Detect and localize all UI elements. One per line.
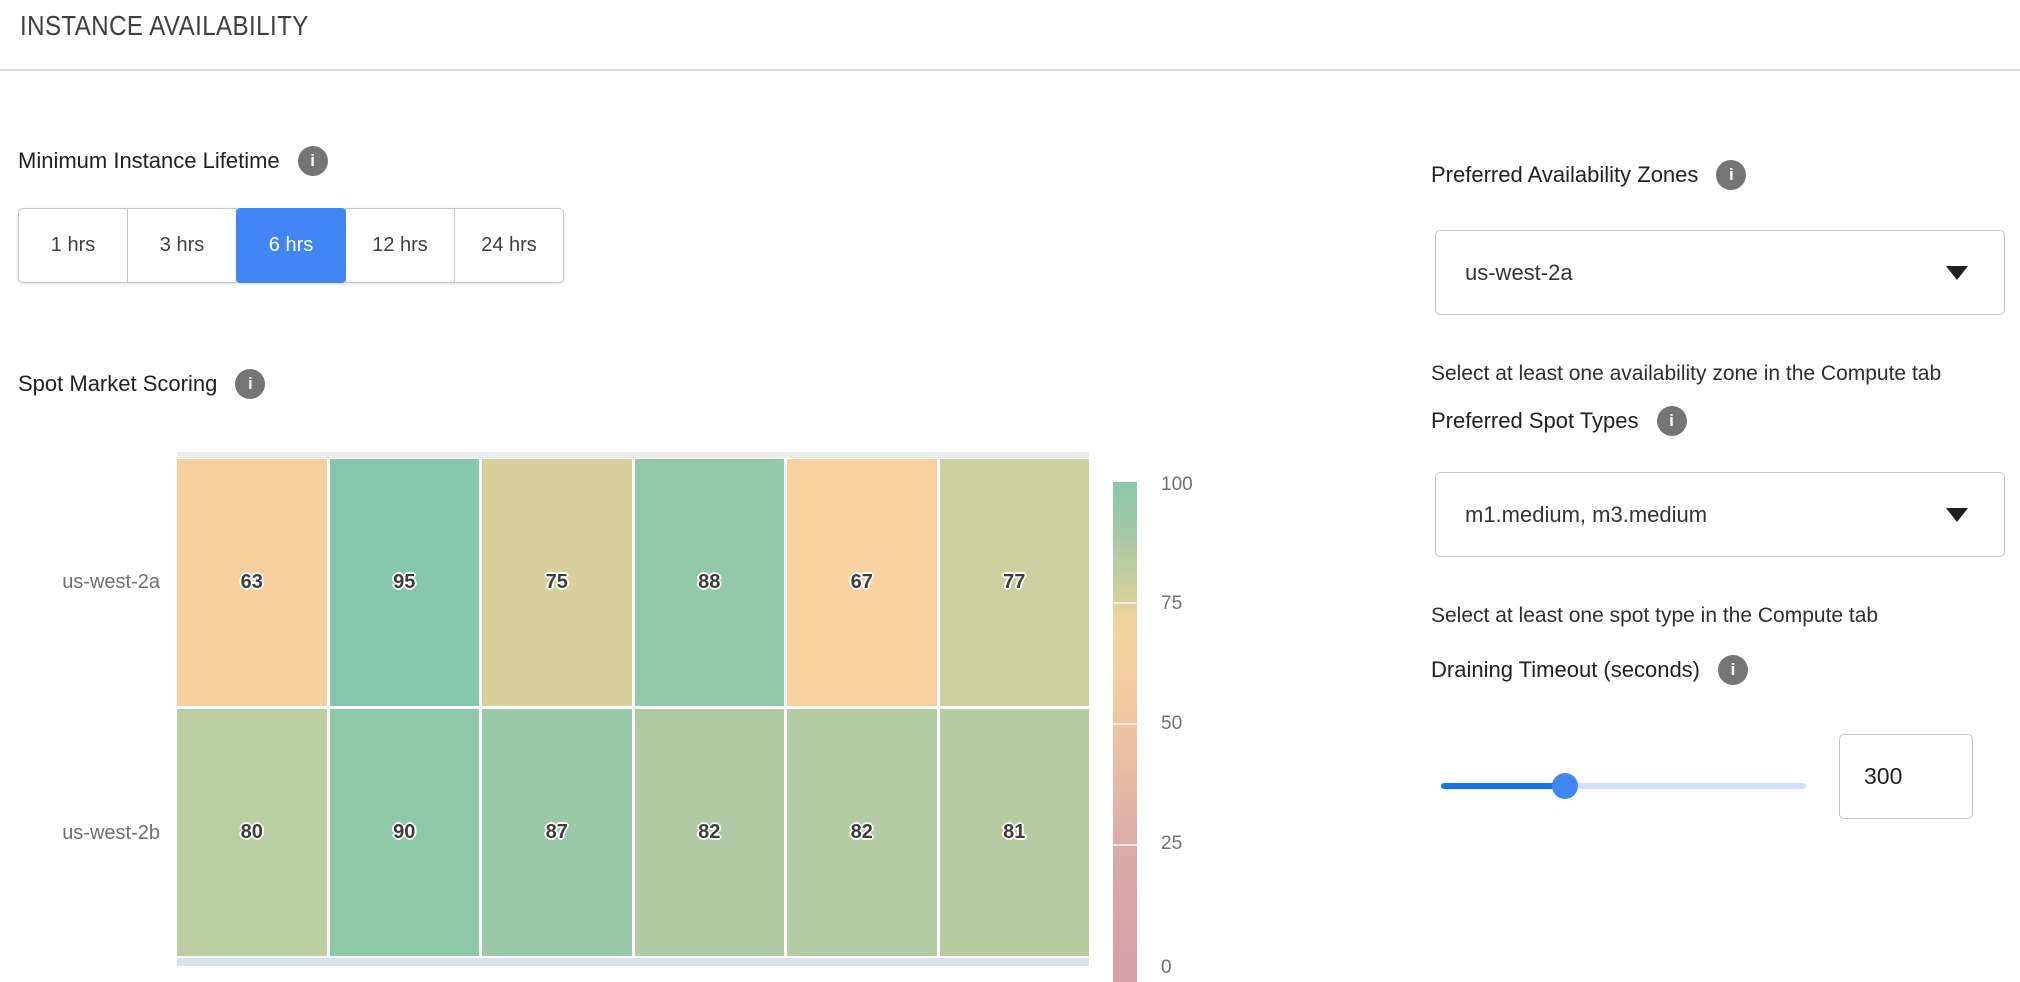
lifetime-option-1hrs[interactable]: 1 hrs <box>18 208 128 283</box>
preferred-spot-types-label: Preferred Spot Types <box>1431 408 1639 434</box>
colorbar-tick: 25 <box>1161 830 1221 858</box>
lifetime-option-6hrs-selected[interactable]: 6 hrs <box>236 208 346 283</box>
info-icon[interactable]: i <box>1657 406 1687 436</box>
heatmap-cell: 88 <box>635 459 785 706</box>
chevron-down-icon <box>1946 266 1968 280</box>
spot-types-dropdown[interactable]: m1.medium, m3.medium <box>1435 472 2005 557</box>
availability-zones-helper: Select at least one availability zone in… <box>1431 362 1941 386</box>
info-icon[interactable]: i <box>1716 160 1746 190</box>
availability-zones-value: us-west-2a <box>1465 260 1946 286</box>
heatmap-row-label: us-west-2a <box>20 568 160 596</box>
heatmap-cell: 82 <box>787 709 937 956</box>
heatmap-row-label: us-west-2b <box>20 819 160 847</box>
heatmap-colorbar <box>1113 482 1137 982</box>
heatmap-cell: 95 <box>330 459 480 706</box>
colorbar-tick: 50 <box>1161 710 1221 738</box>
heatmap-cell: 81 <box>940 709 1090 956</box>
spot-types-value: m1.medium, m3.medium <box>1465 502 1946 528</box>
header-divider <box>0 69 2020 71</box>
colorbar-separator <box>1113 723 1137 725</box>
minimum-instance-lifetime-label: Minimum Instance Lifetime <box>18 148 280 174</box>
heatmap-cell: 63 <box>177 459 327 706</box>
spot-scoring-heatmap: 63 95 75 88 67 77 80 90 87 82 82 81 <box>177 459 1089 956</box>
colorbar-separator <box>1113 602 1137 604</box>
info-icon[interactable]: i <box>1718 655 1748 685</box>
heatmap-cell: 90 <box>330 709 480 956</box>
info-icon[interactable]: i <box>298 146 328 176</box>
heatmap-cell: 67 <box>787 459 937 706</box>
colorbar-separator <box>1113 844 1137 846</box>
heatmap-bottom-border <box>177 958 1089 966</box>
info-icon[interactable]: i <box>235 369 265 399</box>
draining-timeout-input[interactable] <box>1839 734 1973 819</box>
colorbar-tick: 0 <box>1161 954 1221 982</box>
slider-thumb[interactable] <box>1552 773 1578 799</box>
preferred-availability-zones-label: Preferred Availability Zones <box>1431 162 1698 188</box>
lifetime-option-3hrs[interactable]: 3 hrs <box>127 208 237 283</box>
heatmap-top-border <box>177 452 1089 458</box>
slider-fill <box>1441 783 1565 789</box>
chevron-down-icon <box>1946 508 1968 522</box>
instance-availability-panel: INSTANCE AVAILABILITY Minimum Instance L… <box>0 0 2020 982</box>
heatmap-cell: 80 <box>177 709 327 956</box>
heatmap-cell: 82 <box>635 709 785 956</box>
colorbar-tick: 75 <box>1161 590 1221 618</box>
spot-market-scoring-label: Spot Market Scoring <box>18 371 217 397</box>
colorbar-tick: 100 <box>1161 471 1221 499</box>
heatmap-cell: 87 <box>482 709 632 956</box>
spot-types-helper: Select at least one spot type in the Com… <box>1431 604 1878 628</box>
lifetime-option-12hrs[interactable]: 12 hrs <box>345 208 455 283</box>
heatmap-cell: 75 <box>482 459 632 706</box>
draining-timeout-slider[interactable] <box>1441 783 1806 789</box>
draining-timeout-label: Draining Timeout (seconds) <box>1431 657 1700 683</box>
lifetime-option-24hrs[interactable]: 24 hrs <box>454 208 564 283</box>
availability-zones-dropdown[interactable]: us-west-2a <box>1435 230 2005 315</box>
page-title: INSTANCE AVAILABILITY <box>20 10 309 42</box>
heatmap-cell: 77 <box>940 459 1090 706</box>
minimum-instance-lifetime-button-group: 1 hrs 3 hrs 6 hrs 12 hrs 24 hrs <box>18 208 564 283</box>
